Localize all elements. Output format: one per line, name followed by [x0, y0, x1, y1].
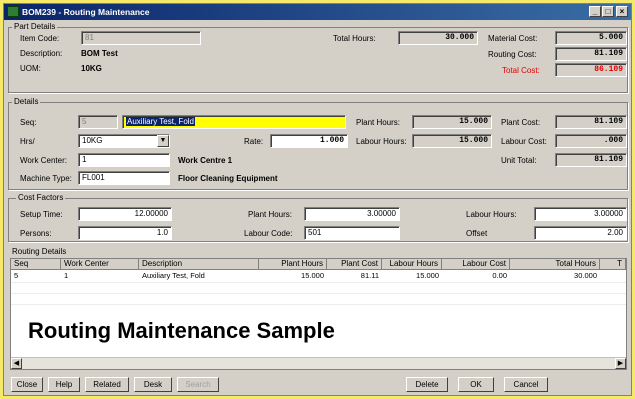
detail-labour-hours-field: 15.000: [412, 134, 492, 148]
col-header-plant-hours[interactable]: Plant Hours: [259, 259, 327, 270]
cf-plant-hours-label: Plant Hours:: [248, 210, 293, 219]
labour-code-label: Labour Code:: [244, 229, 293, 238]
plant-cost-label: Plant Cost:: [501, 118, 541, 127]
hrs-label: Hrs/: [20, 137, 35, 146]
ok-button[interactable]: OK: [458, 377, 494, 392]
persons-field[interactable]: 1.0: [78, 226, 172, 240]
labour-cost-label: Labour Cost:: [501, 137, 547, 146]
item-code-field[interactable]: 81: [81, 31, 201, 45]
cell-labour-cost: 0.00: [492, 271, 507, 280]
overlay-caption: Routing Maintenance Sample: [24, 318, 339, 344]
col-header-plant-cost[interactable]: Plant Cost: [327, 259, 382, 270]
chevron-down-icon[interactable]: ▼: [157, 135, 169, 147]
cf-plant-hours-field[interactable]: 3.00000: [304, 207, 400, 221]
row-divider: [11, 293, 626, 294]
cell-plant-hours: 15.000: [301, 271, 324, 280]
setup-time-label: Setup Time:: [20, 210, 63, 219]
total-hours-field: 30.000: [398, 31, 478, 45]
part-description-value: BOM Test: [81, 49, 118, 58]
routing-details-label: Routing Details: [10, 247, 69, 256]
col-header-t[interactable]: T: [600, 259, 626, 270]
related-button[interactable]: Related: [85, 377, 129, 392]
material-cost-label: Material Cost:: [488, 34, 538, 43]
unit-total-field: 81.109: [555, 153, 627, 167]
item-code-label: Item Code:: [20, 34, 60, 43]
routing-cost-field: 81.109: [555, 47, 627, 61]
col-header-seq[interactable]: Seq: [11, 259, 61, 270]
total-cost-label: Total Cost:: [502, 66, 540, 75]
cost-factors-label: Cost Factors: [16, 193, 66, 202]
setup-time-field[interactable]: 12.00000: [78, 207, 172, 221]
labour-code-field[interactable]: 501: [304, 226, 400, 240]
delete-button[interactable]: Delete: [406, 377, 448, 392]
total-hours-label: Total Hours:: [333, 34, 376, 43]
machine-type-field[interactable]: FL001: [78, 171, 170, 185]
rate-field[interactable]: 1.000: [270, 134, 348, 148]
col-header-description[interactable]: Description: [139, 259, 259, 270]
cell-plant-cost: 81.11: [360, 271, 379, 280]
cf-labour-hours-field[interactable]: 3.00000: [534, 207, 627, 221]
uom-value: 10KG: [81, 64, 102, 73]
uom-label: UOM:: [20, 64, 41, 73]
cancel-button[interactable]: Cancel: [504, 377, 548, 392]
cell-description: Auxiliary Test, Fold: [142, 271, 205, 280]
desk-button[interactable]: Desk: [134, 377, 172, 392]
part-details-label: Part Details: [12, 22, 58, 31]
work-center-label: Work Center:: [20, 156, 67, 165]
cell-labour-hours: 15.000: [416, 271, 439, 280]
app-icon: [7, 6, 19, 17]
hrs-select-value: 10KG: [82, 136, 103, 145]
title-bar: BOM239 - Routing Maintenance _ □ ×: [4, 4, 631, 20]
persons-label: Persons:: [20, 229, 52, 238]
hrs-select[interactable]: 10KG ▼: [78, 134, 170, 148]
help-button[interactable]: Help: [48, 377, 80, 392]
col-header-work-center[interactable]: Work Center: [61, 259, 139, 270]
work-center-field[interactable]: 1: [78, 153, 170, 167]
minimize-button[interactable]: _: [589, 6, 601, 17]
detail-description-selected-text: Auxiliary Test, Fold: [126, 117, 195, 126]
window-title: BOM239 - Routing Maintenance: [22, 7, 150, 17]
detail-plant-hours-label: Plant Hours:: [356, 118, 401, 127]
seq-field[interactable]: 5: [78, 115, 118, 129]
work-center-name: Work Centre 1: [178, 156, 233, 165]
offset-field[interactable]: 2.00: [534, 226, 627, 240]
description-label: Description:: [20, 49, 63, 58]
rate-label: Rate:: [244, 137, 264, 146]
row-divider: [11, 282, 626, 283]
cell-seq: 5: [14, 271, 19, 280]
material-cost-field: 5.000: [555, 31, 627, 45]
scroll-right-icon[interactable]: ▶: [615, 358, 626, 369]
row-divider: [11, 304, 626, 305]
machine-type-name: Floor Cleaning Equipment: [178, 174, 278, 183]
plant-cost-field: 81.109: [555, 115, 627, 129]
details-label: Details: [12, 97, 41, 106]
cf-labour-hours-label: Labour Hours:: [466, 210, 517, 219]
col-header-total-hours[interactable]: Total Hours: [510, 259, 600, 270]
cell-total-hours: 30.000: [574, 271, 597, 280]
total-cost-field: 86.109: [555, 63, 627, 77]
unit-total-label: Unit Total:: [501, 156, 537, 165]
offset-label: Offset: [466, 229, 488, 238]
labour-cost-field: .000: [555, 134, 627, 148]
detail-plant-hours-field: 15.000: [412, 115, 492, 129]
col-header-labour-hours[interactable]: Labour Hours: [382, 259, 442, 270]
cell-work-center: 1: [64, 271, 69, 280]
routing-cost-label: Routing Cost:: [488, 50, 537, 59]
horizontal-scrollbar[interactable]: ◀ ▶: [11, 357, 626, 369]
scroll-left-icon[interactable]: ◀: [11, 358, 22, 369]
close-button[interactable]: Close: [11, 377, 43, 392]
maximize-button[interactable]: □: [602, 6, 614, 17]
col-header-labour-cost[interactable]: Labour Cost: [442, 259, 510, 270]
machine-type-label: Machine Type:: [20, 174, 72, 183]
seq-label: Seq:: [20, 118, 37, 127]
search-button[interactable]: Search: [177, 377, 219, 392]
routing-details-grid: Seq Work Center Description Plant Hours …: [10, 258, 627, 370]
detail-description-field[interactable]: Auxiliary Test, Fold: [122, 115, 346, 129]
detail-labour-hours-label: Labour Hours:: [356, 137, 407, 146]
close-window-button[interactable]: ×: [616, 6, 628, 17]
